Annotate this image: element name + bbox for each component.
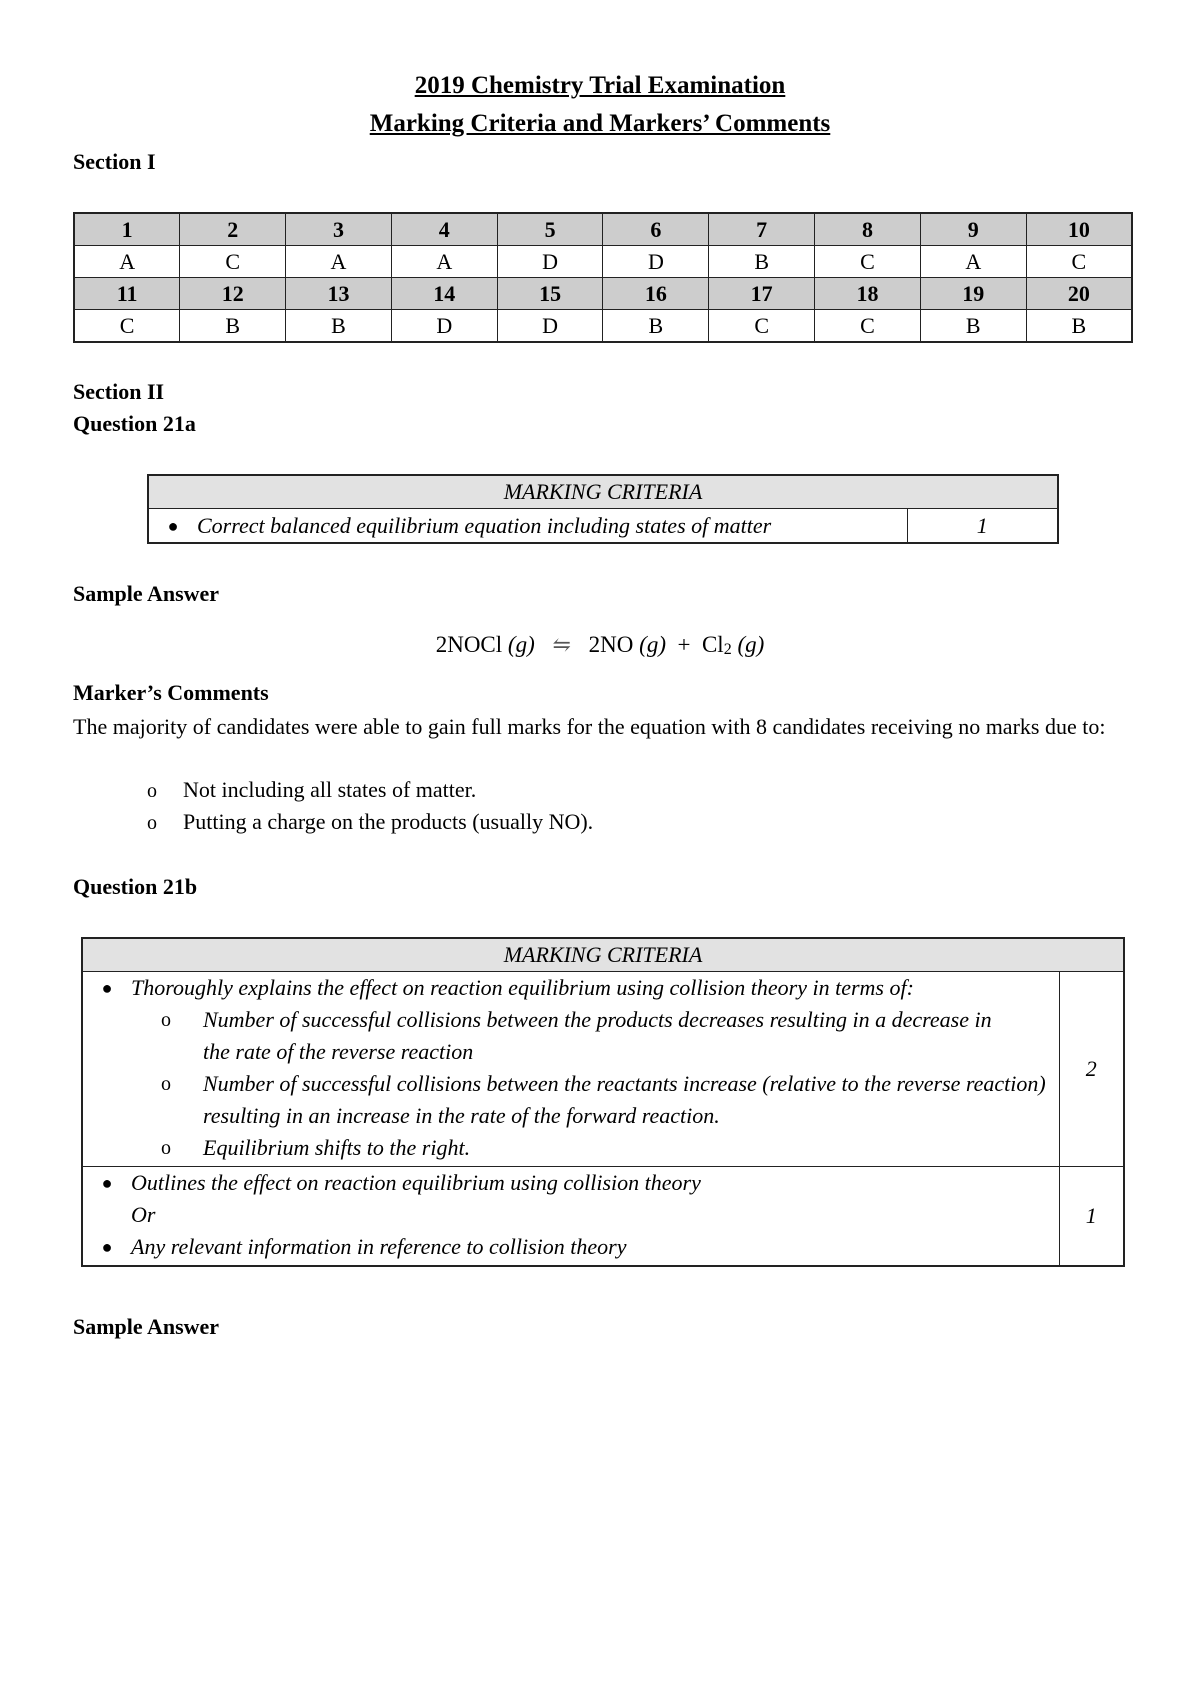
answer-row: CBBDDBCCBB	[73, 309, 1133, 343]
criteria-text: Thoroughly explains the effect on reacti…	[131, 975, 914, 1000]
answer-cell: B	[919, 309, 1027, 343]
criteria-text: Outlines the effect on reaction equilibr…	[131, 1170, 701, 1195]
question-number: 14	[390, 277, 498, 310]
circle-bullet-icon: o	[161, 1137, 171, 1159]
product-2-symbol: Cl	[701, 632, 724, 657]
answer-cell: B	[602, 309, 710, 343]
document-title: 2019 Chemistry Trial Examination	[414, 72, 786, 99]
question-number-row: 11 12 13 14 15 16 17 18 19 20	[73, 277, 1133, 310]
question-number: 4	[390, 212, 498, 246]
criteria-mark: 1	[1058, 1166, 1125, 1267]
comment-list-item-text: Putting a charge on the products (usuall…	[183, 809, 594, 834]
question-number: 16	[602, 277, 710, 310]
section-1-heading: Section I	[73, 149, 156, 174]
answer-cell: A	[285, 245, 392, 278]
comment-list-item: o Putting a charge on the products (usual…	[147, 809, 593, 835]
answer-cell: B	[179, 309, 287, 343]
reactant: 2NOCl	[435, 632, 503, 657]
answer-cell: C	[814, 245, 921, 278]
answer-cell: C	[708, 309, 816, 343]
criteria-subpoint: Equilibrium shifts to the right.	[203, 1135, 471, 1160]
question-number: 8	[814, 212, 921, 246]
circle-bullet-icon: o	[161, 1073, 171, 1095]
criteria-subpoint: Number of successful collisions between …	[203, 1071, 1046, 1128]
answer-cell: C	[73, 309, 181, 343]
chemical-equation: 2NOCl (g) ⇋ 2NO (g) + Cl2 (g)	[0, 632, 1200, 659]
question-number: 12	[179, 277, 287, 310]
sample-answer-heading-21a: Sample Answer	[73, 581, 220, 606]
answer-cell: D	[390, 309, 498, 343]
bullet-icon: ●	[101, 1173, 113, 1193]
reactant-state: (g)	[507, 632, 535, 657]
marking-criteria-header: MARKING CRITERIA	[81, 937, 1125, 972]
criteria-row-band-1: ● Outlines the effect on reaction equili…	[81, 1166, 1125, 1267]
criteria-text: Correct balanced equilibrium equation in…	[197, 512, 772, 538]
question-number: 18	[814, 277, 921, 310]
circle-bullet-icon: o	[147, 780, 157, 802]
bullet-icon: ●	[101, 978, 113, 998]
answer-row: ACAADDBCAC	[73, 245, 1133, 278]
criteria-mark: 2	[1058, 971, 1125, 1167]
question-number-row: 1 2 3 4 5 6 7 8 9 10	[73, 212, 1133, 246]
document-subtitle: Marking Criteria and Markers’ Comments	[369, 110, 831, 137]
markers-comments-heading: Marker’s Comments	[73, 680, 269, 705]
product-1-state: (g)	[639, 632, 666, 657]
product-1: 2NO	[588, 632, 634, 657]
question-number: 6	[602, 212, 710, 246]
question-number: 2	[179, 212, 287, 246]
question-number: 7	[708, 212, 816, 246]
answer-cell: B	[708, 245, 816, 278]
answer-cell: A	[919, 245, 1027, 278]
question-number: 10	[1025, 212, 1133, 246]
question-number: 11	[73, 277, 181, 310]
criteria-text: Any relevant information in reference to…	[131, 1234, 627, 1259]
section-2-heading: Section II	[73, 379, 165, 404]
comment-list-item-text: Not including all states of matter.	[183, 777, 477, 802]
markers-comments-text: The majority of candidates were able to …	[73, 714, 1106, 739]
answer-cell: A	[73, 245, 181, 278]
comment-list-item: o Not including all states of matter.	[147, 777, 476, 803]
question-number: 20	[1025, 277, 1133, 310]
answer-cell: A	[390, 245, 498, 278]
circle-bullet-icon: o	[147, 812, 157, 834]
product-2-state: (g)	[737, 632, 765, 657]
question-number: 19	[919, 277, 1027, 310]
marking-criteria-table-21a: MARKING CRITERIA ● Correct balanced equi…	[147, 474, 1059, 544]
answer-cell: C	[179, 245, 287, 278]
question-number: 3	[285, 212, 392, 246]
criteria-subpoint: Number of successful collisions between …	[203, 1007, 992, 1064]
criteria-mark: 1	[906, 508, 1059, 544]
answer-cell: C	[814, 309, 921, 343]
criteria-or: Or	[131, 1202, 156, 1227]
criteria-row: ● Correct balanced equilibrium equation …	[147, 508, 1059, 544]
marking-criteria-table-21b: MARKING CRITERIA ● Thoroughly explains t…	[81, 937, 1125, 1267]
multiple-choice-answer-table: 1 2 3 4 5 6 7 8 9 10 A C A A D D B C A C 11 12 13 14 15 16 17 18 19 2…	[73, 212, 1133, 343]
answer-cell: C	[1025, 245, 1133, 278]
product-2: Cl2	[701, 632, 732, 658]
product-2-subscript: 2	[723, 641, 732, 658]
question-number: 15	[496, 277, 604, 310]
bullet-icon: ●	[167, 515, 179, 536]
question-number: 5	[496, 212, 604, 246]
question-21b-heading: Question 21b	[73, 874, 198, 899]
marking-criteria-header: MARKING CRITERIA	[147, 474, 1059, 509]
circle-bullet-icon: o	[161, 1009, 171, 1031]
question-number: 9	[919, 212, 1027, 246]
answer-cell: D	[496, 309, 604, 343]
sample-answer-heading-21b: Sample Answer	[73, 1314, 220, 1339]
question-number: 1	[73, 212, 181, 246]
criteria-row-band-2: ● Thoroughly explains the effect on reac…	[81, 971, 1125, 1167]
question-number: 17	[708, 277, 816, 310]
answer-cell: D	[602, 245, 710, 278]
question-21a-heading: Question 21a	[73, 411, 196, 436]
answer-cell: B	[1025, 309, 1133, 343]
answer-cell: D	[496, 245, 604, 278]
bullet-icon: ●	[101, 1237, 113, 1257]
answer-cell: B	[285, 309, 392, 343]
equilibrium-arrow-icon: ⇋	[552, 632, 571, 657]
question-number: 13	[285, 277, 392, 310]
plus-sign: +	[677, 632, 691, 657]
